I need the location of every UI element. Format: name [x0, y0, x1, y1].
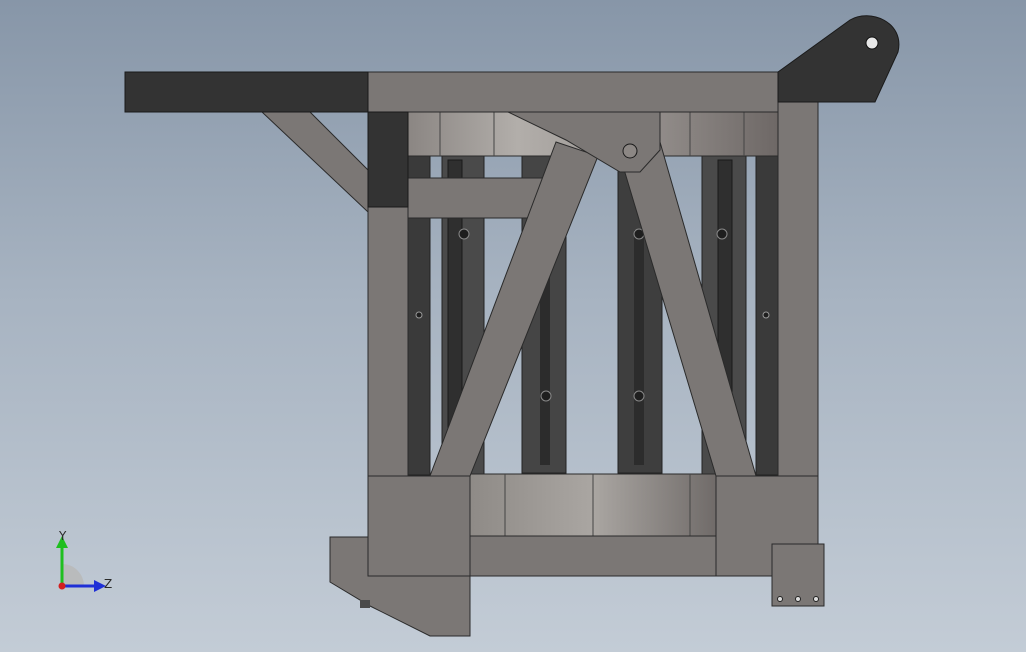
graphics-viewport[interactable]: Y Z	[0, 0, 1026, 652]
y-axis-label: Y	[58, 529, 67, 543]
triad-plane	[62, 564, 84, 586]
z-axis-label: Z	[104, 577, 112, 591]
model-view[interactable]	[0, 0, 1026, 652]
orientation-triad: Y Z	[56, 529, 112, 592]
x-axis-point-icon	[58, 582, 66, 590]
lower-band	[467, 473, 719, 537]
